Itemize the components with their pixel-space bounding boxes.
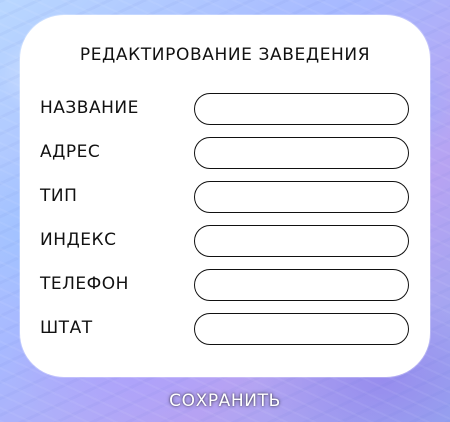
name-label: НАЗВАНИЕ [40, 98, 139, 118]
index-input[interactable] [194, 225, 409, 257]
index-label: ИНДЕКС [40, 230, 117, 250]
state-row: ШТАТ [20, 313, 430, 347]
address-input[interactable] [194, 137, 409, 169]
save-button[interactable]: СОХРАНИТЬ [0, 388, 450, 414]
name-row: НАЗВАНИЕ [20, 93, 430, 127]
address-row: АДРЕС [20, 137, 430, 171]
type-label: ТИП [40, 186, 78, 206]
state-label: ШТАТ [40, 318, 93, 338]
phone-row: ТЕЛЕФОН [20, 269, 430, 303]
phone-label: ТЕЛЕФОН [40, 274, 129, 294]
type-input[interactable] [194, 181, 409, 213]
address-label: АДРЕС [40, 142, 101, 162]
edit-establishment-card: РЕДАКТИРОВАНИЕ ЗАВЕДЕНИЯ НАЗВАНИЕ АДРЕС … [20, 15, 430, 377]
name-input[interactable] [194, 93, 409, 125]
form-title: РЕДАКТИРОВАНИЕ ЗАВЕДЕНИЯ [79, 45, 371, 65]
phone-input[interactable] [194, 269, 409, 301]
state-input[interactable] [194, 313, 409, 345]
type-row: ТИП [20, 181, 430, 215]
index-row: ИНДЕКС [20, 225, 430, 259]
